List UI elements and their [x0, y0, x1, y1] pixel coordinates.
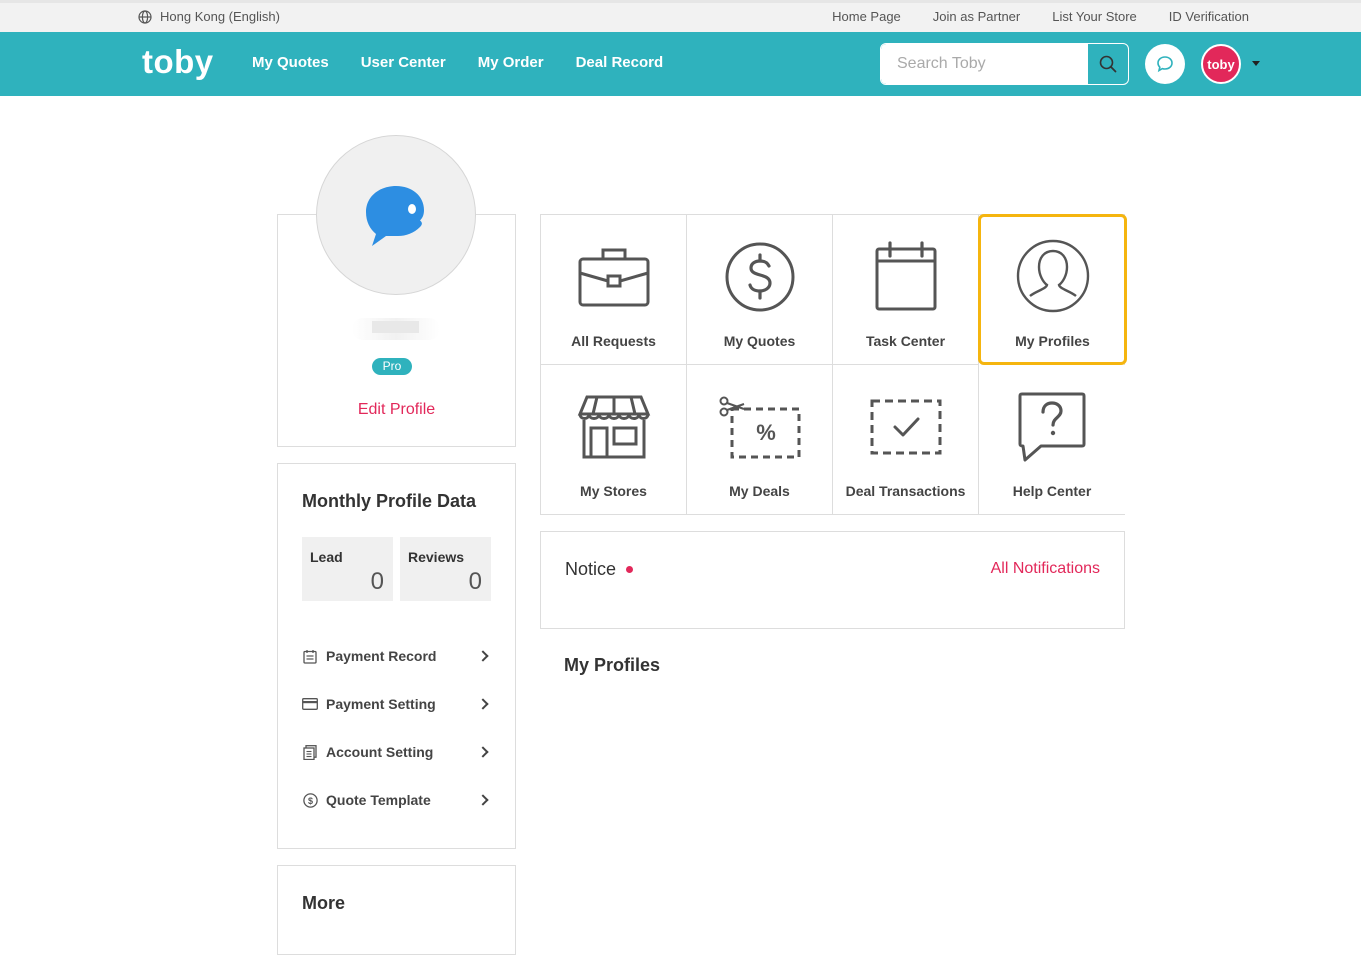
main-navbar: toby My Quotes User Center My Order Deal… — [0, 32, 1361, 96]
my-quotes-label: My Quotes — [723, 333, 796, 349]
locale-selector[interactable]: Hong Kong (English) — [138, 9, 280, 24]
reviews-label: Reviews — [408, 549, 465, 565]
user-avatar[interactable]: toby — [1201, 44, 1241, 84]
locale-label: Hong Kong (English) — [160, 9, 280, 24]
nav-links: My Quotes User Center My Order Deal Reco… — [252, 54, 695, 71]
chat-mascot-icon — [366, 186, 424, 246]
caret-down-icon[interactable] — [1252, 61, 1260, 66]
task-center-tile[interactable]: Task Center — [833, 215, 979, 365]
notice-panel: Notice All Notifications — [540, 531, 1125, 629]
search-icon — [1099, 55, 1117, 73]
payment-setting-label: Payment Setting — [326, 696, 436, 712]
chevron-right-icon — [477, 650, 489, 662]
calendar-icon — [833, 241, 978, 313]
my-profiles-tile[interactable]: My Profiles — [978, 214, 1127, 365]
svg-text:%: % — [756, 420, 776, 445]
my-quotes-tile[interactable]: My Quotes — [687, 215, 833, 365]
quote-template-row[interactable]: $ Quote Template — [302, 788, 492, 812]
help-center-tile[interactable]: Help Center — [979, 365, 1125, 515]
lead-value: 0 — [370, 568, 384, 595]
payment-setting-row[interactable]: Payment Setting — [302, 692, 492, 716]
help-center-label: Help Center — [1012, 483, 1092, 499]
search-box — [880, 43, 1129, 85]
reviews-value: 0 — [468, 568, 482, 595]
more-title: More — [302, 893, 346, 913]
edit-profile-link[interactable]: Edit Profile — [277, 401, 516, 419]
account-setting-row[interactable]: Account Setting — [302, 740, 492, 764]
profile-avatar — [316, 135, 476, 295]
deal-transactions-tile[interactable]: Deal Transactions — [833, 365, 979, 515]
my-stores-tile[interactable]: My Stores — [541, 365, 687, 515]
checkbox-dashed-icon — [833, 391, 978, 463]
join-as-partner-link[interactable]: Join as Partner — [933, 9, 1020, 24]
dollar-circle-icon — [687, 241, 832, 313]
lead-label: Lead — [310, 549, 343, 565]
storefront-icon — [541, 391, 686, 463]
calendar-icon — [302, 648, 318, 664]
chevron-right-icon — [477, 746, 489, 758]
account-setting-label: Account Setting — [326, 744, 434, 760]
blurred-username — [352, 318, 440, 340]
reviews-stat: Reviews 0 — [400, 537, 491, 601]
globe-icon — [138, 9, 152, 24]
coupon-icon: % — [687, 391, 832, 463]
my-stores-label: My Stores — [580, 483, 647, 499]
task-center-label: Task Center — [865, 333, 946, 349]
payment-record-row[interactable]: Payment Record — [302, 644, 492, 668]
credit-card-icon — [302, 696, 318, 712]
more-card: More — [277, 865, 516, 955]
list-your-store-link[interactable]: List Your Store — [1052, 9, 1137, 24]
monthly-title: Monthly Profile Data — [302, 491, 477, 511]
search-input[interactable] — [881, 44, 1088, 84]
pro-badge: Pro — [372, 358, 412, 375]
chevron-right-icon — [477, 698, 489, 710]
deal-transactions-label: Deal Transactions — [845, 483, 966, 499]
chat-bubble-icon — [1157, 56, 1173, 73]
nav-my-order[interactable]: My Order — [478, 54, 544, 71]
monthly-profile-card: Monthly Profile Data Lead 0 Reviews 0 Pa… — [277, 463, 516, 849]
document-icon — [302, 744, 318, 760]
all-notifications-link[interactable]: All Notifications — [991, 560, 1100, 578]
toby-logo[interactable]: toby — [142, 43, 214, 81]
nav-user-center[interactable]: User Center — [361, 54, 446, 71]
my-deals-tile[interactable]: % My Deals — [687, 365, 833, 515]
svg-text:$: $ — [307, 796, 312, 806]
my-profiles-label: My Profiles — [1015, 333, 1090, 349]
payment-record-label: Payment Record — [326, 648, 437, 664]
chat-button[interactable] — [1145, 44, 1185, 84]
my-profiles-section-title: My Profiles — [564, 655, 661, 675]
chevron-right-icon — [477, 794, 489, 806]
quote-template-label: Quote Template — [326, 792, 431, 808]
unread-dot — [626, 566, 633, 573]
nav-my-quotes[interactable]: My Quotes — [252, 54, 329, 71]
feature-grid: All Requests My Quotes Task Center My Pr… — [540, 214, 1127, 515]
top-utility-bar: Hong Kong (English) Home Page Join as Pa… — [0, 0, 1361, 32]
home-page-link[interactable]: Home Page — [832, 9, 901, 24]
nav-deal-record[interactable]: Deal Record — [576, 54, 664, 71]
all-requests-label: All Requests — [571, 333, 656, 349]
search-button[interactable] — [1088, 44, 1128, 84]
lead-stat: Lead 0 — [302, 537, 393, 601]
my-deals-label: My Deals — [729, 483, 790, 499]
question-bubble-icon — [979, 391, 1125, 463]
dollar-circle-icon: $ — [302, 792, 318, 808]
id-verification-link[interactable]: ID Verification — [1169, 9, 1249, 24]
briefcase-icon — [541, 241, 686, 313]
all-requests-tile[interactable]: All Requests — [541, 215, 687, 365]
notice-title: Notice — [565, 559, 617, 579]
top-links: Home Page Join as Partner List Your Stor… — [800, 9, 1249, 24]
user-profile-icon — [981, 239, 1124, 313]
